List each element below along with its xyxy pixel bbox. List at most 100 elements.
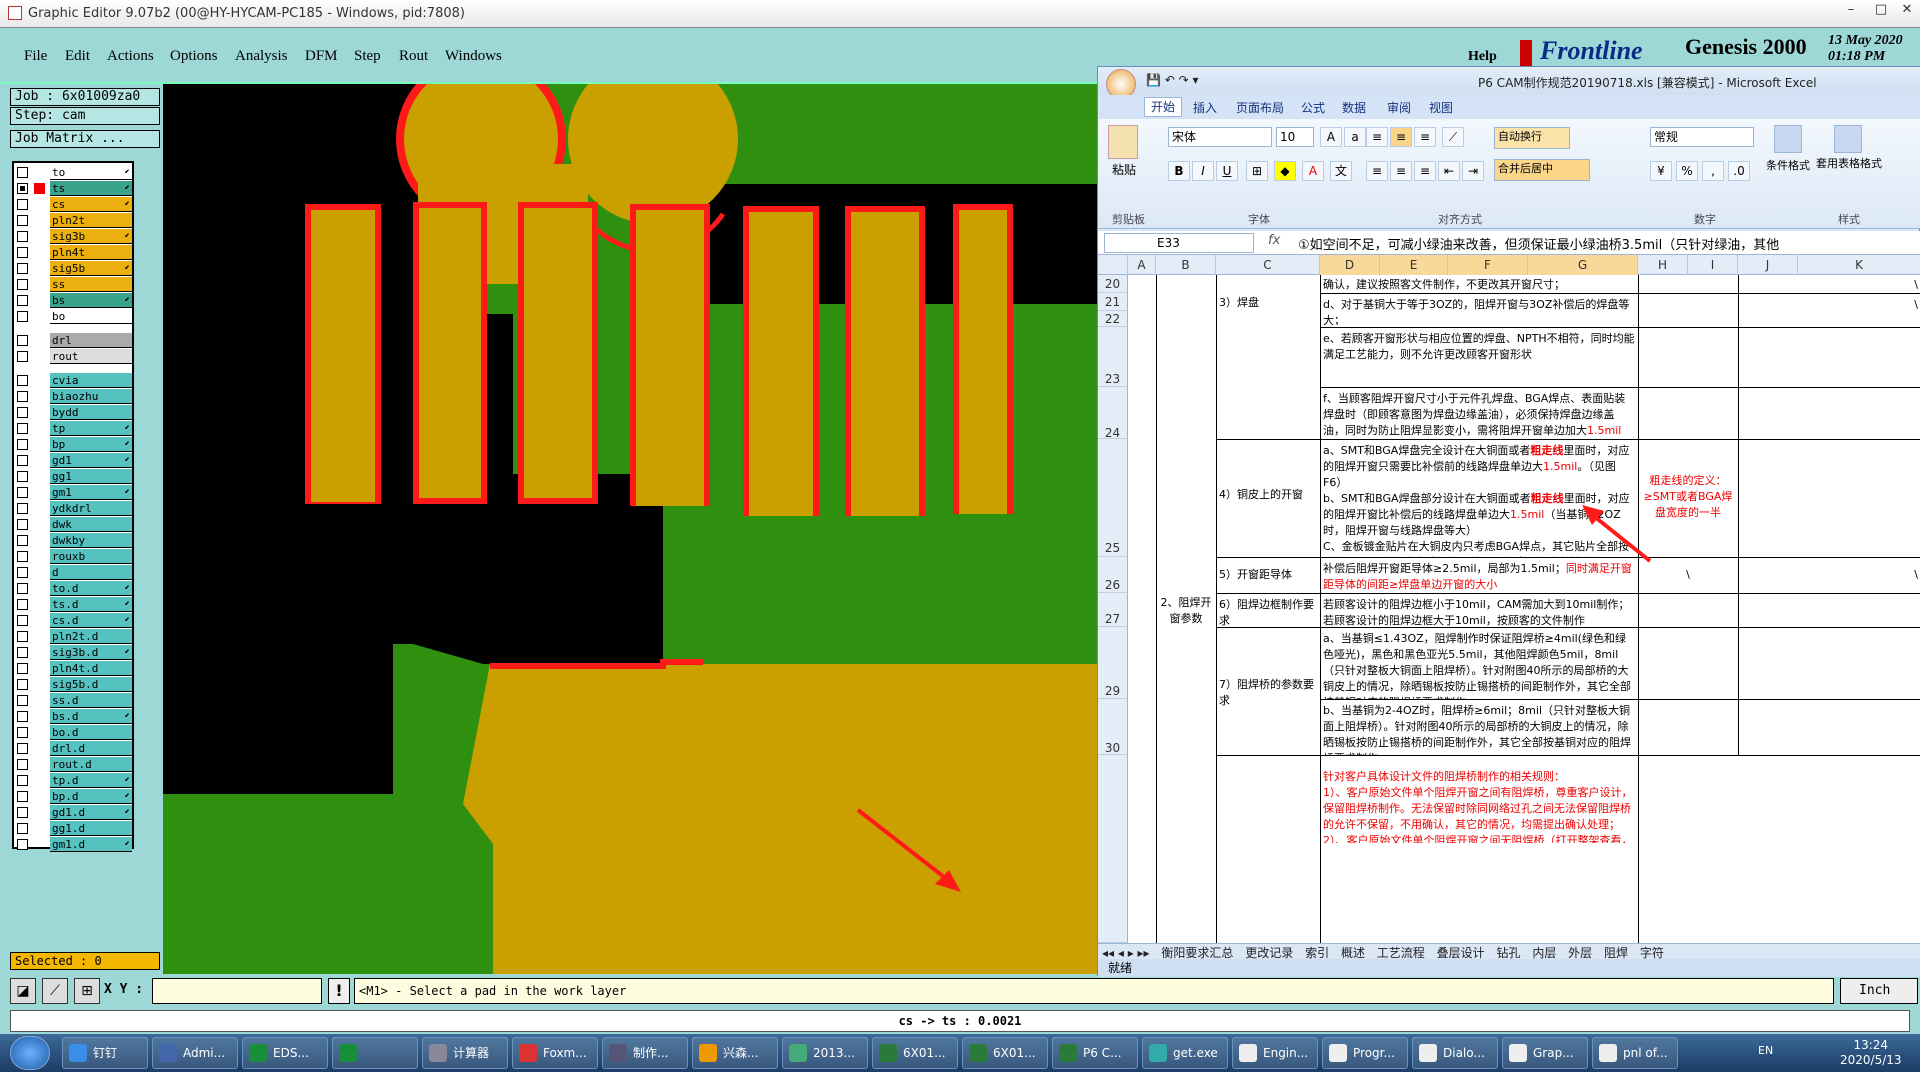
layer-checkbox[interactable] — [17, 743, 28, 754]
menu-rout[interactable]: Rout — [399, 48, 428, 65]
layer-name[interactable]: ts.d — [50, 597, 132, 612]
tab-formulas[interactable]: 公式 — [1301, 99, 1325, 116]
layer-row[interactable]: bs.d ⬋ — [14, 709, 132, 724]
layer-checkbox[interactable] — [17, 807, 28, 818]
layer-checkbox[interactable] — [17, 775, 28, 786]
layer-row[interactable]: biaozhu — [14, 389, 132, 404]
number-format-select[interactable]: 常规 — [1650, 127, 1754, 147]
layer-checkbox[interactable] — [17, 335, 28, 346]
tab-data[interactable]: 数据 — [1342, 99, 1366, 116]
layer-row[interactable]: pln2t — [14, 213, 132, 228]
layer-checkbox[interactable] — [17, 311, 28, 322]
layer-name[interactable]: pln2t — [50, 213, 132, 228]
taskbar-item[interactable]: 兴森... — [692, 1037, 778, 1069]
layer-name[interactable]: ts — [50, 181, 132, 196]
taskbar-item[interactable]: Foxm... — [512, 1037, 598, 1069]
italic-button[interactable]: I — [1192, 161, 1214, 181]
layer-checkbox[interactable] — [17, 567, 28, 578]
layer-row[interactable]: cvia — [14, 373, 132, 388]
layer-checkbox[interactable] — [17, 647, 28, 658]
sheet-tab-8[interactable]: 内层 — [1528, 944, 1560, 959]
sheet-tab-3[interactable]: 索引 — [1301, 944, 1333, 959]
layer-row[interactable]: ss — [14, 277, 132, 292]
layer-checkbox[interactable] — [17, 231, 28, 242]
layer-row[interactable]: bp ⬋ — [14, 437, 132, 452]
fx-icon[interactable]: fx — [1268, 233, 1280, 248]
bold-button[interactable]: B — [1168, 161, 1190, 181]
layer-row[interactable]: drl.d — [14, 741, 132, 756]
layer-name[interactable]: ss — [50, 277, 132, 292]
sheet-tab-2[interactable]: 更改记录 — [1241, 944, 1297, 959]
layer-row[interactable]: ts ⬋ — [14, 181, 132, 196]
layer-row[interactable]: dwk — [14, 517, 132, 532]
col-k[interactable]: K — [1798, 255, 1920, 275]
layer-checkbox[interactable] — [17, 679, 28, 690]
sheet-tab-7[interactable]: 钻孔 — [1492, 944, 1524, 959]
grow-font-icon[interactable]: A — [1320, 127, 1342, 147]
layer-checkbox[interactable] — [17, 375, 28, 386]
layer-name[interactable]: to — [50, 165, 132, 180]
layer-name[interactable]: drl.d — [50, 741, 132, 756]
menu-file[interactable]: File — [24, 48, 47, 65]
increase-indent-icon[interactable]: ⇥ — [1462, 161, 1484, 181]
layer-checkbox[interactable] — [17, 727, 28, 738]
layer-row[interactable]: rout.d — [14, 757, 132, 772]
col-d[interactable]: D — [1320, 255, 1380, 275]
align-right-icon[interactable]: ≡ — [1414, 161, 1436, 181]
col-b[interactable]: B — [1156, 255, 1216, 275]
tab-view[interactable]: 视图 — [1429, 99, 1453, 116]
sheet-grid[interactable]: 20 21 22 23 24 25 26 27 29 30 确认，建议按照客文件… — [1098, 275, 1920, 943]
taskbar-item[interactable]: 2013... — [782, 1037, 868, 1069]
col-i[interactable]: I — [1688, 255, 1738, 275]
layer-checkbox[interactable] — [17, 711, 28, 722]
layer-name[interactable]: rout.d — [50, 757, 132, 772]
layer-name[interactable]: ss.d — [50, 693, 132, 708]
layer-checkbox[interactable] — [17, 247, 28, 258]
layer-row[interactable]: ss.d — [14, 693, 132, 708]
layer-row[interactable]: to.d ⬋ — [14, 581, 132, 596]
layer-name[interactable]: dwk — [50, 517, 132, 532]
layer-name[interactable]: sig5b.d — [50, 677, 132, 692]
measure-tool-icon[interactable]: ⟋ — [42, 978, 68, 1004]
layer-checkbox[interactable] — [17, 615, 28, 626]
sheet-tab-11[interactable]: 字符 — [1636, 944, 1668, 959]
col-g[interactable]: G — [1528, 255, 1638, 275]
border-icon[interactable]: ⊞ — [1246, 161, 1268, 181]
align-left-icon[interactable]: ≡ — [1366, 161, 1388, 181]
taskbar-item[interactable]: get.exe — [1142, 1037, 1228, 1069]
taskbar-item[interactable]: Engin... — [1232, 1037, 1318, 1069]
paste-icon[interactable] — [1108, 125, 1138, 159]
layer-checkbox[interactable] — [17, 215, 28, 226]
sheet-tab-1[interactable]: 衡阳要求汇总 — [1157, 944, 1237, 959]
menu-dfm[interactable]: DFM — [305, 48, 338, 65]
layer-checkbox[interactable] — [17, 631, 28, 642]
tab-review[interactable]: 审阅 — [1387, 99, 1411, 116]
align-middle-icon[interactable]: ≡ — [1390, 127, 1412, 147]
tab-home[interactable]: 开始 — [1144, 97, 1183, 117]
name-box[interactable]: E33 — [1104, 233, 1254, 253]
align-top-icon[interactable]: ≡ — [1366, 127, 1388, 147]
taskbar-item[interactable]: pnl of... — [1592, 1037, 1678, 1069]
layer-row[interactable]: sig3b.d ⬋ — [14, 645, 132, 660]
layer-row[interactable]: tp ⬋ — [14, 421, 132, 436]
menu-options[interactable]: Options — [170, 48, 218, 65]
currency-icon[interactable]: ¥ — [1650, 161, 1672, 181]
layer-name[interactable]: bo.d — [50, 725, 132, 740]
layer-name[interactable]: to.d — [50, 581, 132, 596]
sheet-tab-5[interactable]: 工艺流程 — [1373, 944, 1429, 959]
col-a[interactable]: A — [1128, 255, 1156, 275]
layer-name[interactable]: gd1.d — [50, 805, 132, 820]
taskbar-item[interactable]: Grap... — [1502, 1037, 1588, 1069]
layer-name[interactable]: biaozhu — [50, 389, 132, 404]
layer-name[interactable]: bp — [50, 437, 132, 452]
col-f[interactable]: F — [1448, 255, 1528, 275]
layer-checkbox[interactable] — [17, 791, 28, 802]
layer-name[interactable]: drl — [50, 333, 132, 348]
layer-checkbox[interactable] — [17, 759, 28, 770]
taskbar-item[interactable]: Progr... — [1322, 1037, 1408, 1069]
system-clock[interactable]: 13:24 2020/5/13 — [1840, 1038, 1902, 1068]
layer-row[interactable]: sig3b ⬋ — [14, 229, 132, 244]
layer-row[interactable]: bo.d — [14, 725, 132, 740]
select-tool-icon[interactable]: ◪ — [10, 978, 36, 1004]
layer-row[interactable]: ts.d ⬋ — [14, 597, 132, 612]
